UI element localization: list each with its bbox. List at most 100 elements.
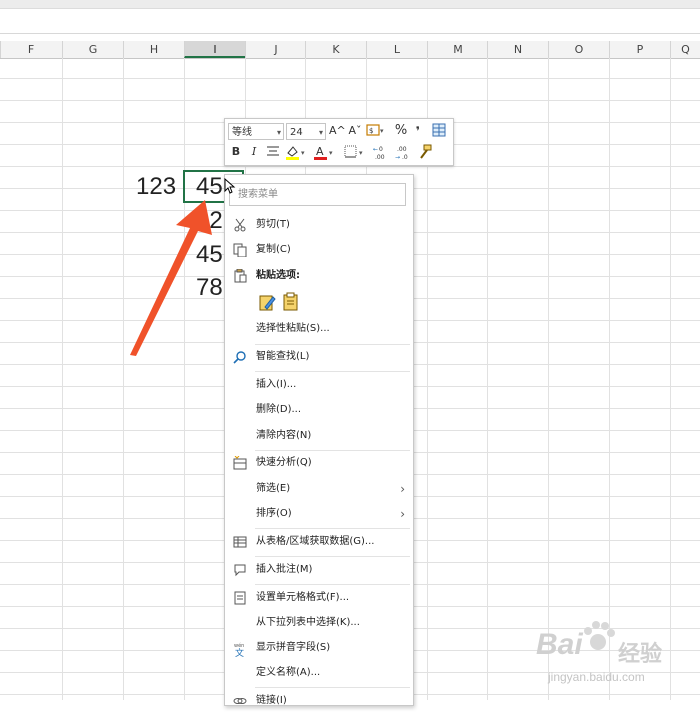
menu-item-get-data-from-table[interactable]: 从表格/区域获取数据(G)...: [225, 530, 413, 554]
column-header-k[interactable]: K: [305, 41, 366, 58]
decrease-decimal-icon: .00→ .0: [395, 146, 408, 161]
grid-column-line: [184, 58, 185, 700]
shrink-font-button[interactable]: Aˇ: [347, 123, 363, 139]
font-name-select[interactable]: 等线 ▾: [228, 123, 284, 140]
fill-color-button[interactable]: ▾: [285, 144, 309, 160]
column-header-m[interactable]: M: [427, 41, 488, 58]
watermark-url: jingyan.baidu.com: [548, 670, 645, 684]
search-icon: [233, 350, 247, 364]
cell-i-value-4[interactable]: 78: [196, 271, 223, 305]
paste-formatting-icon: [259, 295, 276, 311]
menu-item-label: 插入批注(M): [256, 564, 313, 575]
menu-item-define-name[interactable]: 定义名称(A)...: [225, 661, 413, 685]
menu-item-insert[interactable]: 插入(I)...: [225, 373, 413, 397]
menu-item-label: 定义名称(A)...: [256, 667, 321, 678]
cell-i-value-3[interactable]: 45: [196, 238, 223, 272]
cell-i-value-2[interactable]: 12: [196, 204, 223, 238]
menu-item-label: 选择性粘贴(S)...: [256, 323, 330, 334]
menu-item-filter[interactable]: 筛选(E) ›: [225, 477, 413, 501]
comma-style-button[interactable]: ❜: [411, 123, 425, 139]
grid-column-line: [670, 58, 671, 700]
svg-text:←: ←: [373, 146, 378, 153]
svg-text:.00: .00: [397, 146, 407, 153]
menu-item-label: 清除内容(N): [256, 430, 312, 441]
column-header-h[interactable]: H: [123, 41, 184, 58]
grid-column-line: [609, 58, 610, 700]
menu-item-clear-contents[interactable]: 清除内容(N): [225, 424, 413, 448]
italic-button[interactable]: I: [247, 144, 261, 160]
menu-item-quick-analysis[interactable]: 快速分析(Q): [225, 451, 413, 475]
menu-item-cut[interactable]: 剪切(T): [225, 213, 413, 237]
svg-text:▾: ▾: [301, 149, 305, 157]
increase-decimal-icon: ← 0.00: [373, 146, 385, 161]
bold-button[interactable]: B: [229, 144, 243, 160]
number-format-button[interactable]: $ ▾: [365, 123, 387, 139]
font-size-value: 24: [290, 127, 303, 138]
cell-styles-button[interactable]: [431, 123, 447, 139]
context-menu: 搜索菜单 剪切(T) 复制(C) 粘贴选项: 选择性粘贴(S)... 智能查找(…: [224, 174, 414, 706]
svg-text:$: $: [369, 127, 373, 135]
font-color-button[interactable]: A ▾: [313, 144, 337, 160]
copy-icon: [233, 243, 247, 258]
column-header-q[interactable]: Q: [670, 41, 700, 58]
font-name-value: 等线: [232, 127, 252, 138]
menu-item-pick-from-dropdown[interactable]: 从下拉列表中选择(K)...: [225, 611, 413, 635]
menu-item-label: 显示拼音字段(S): [256, 642, 331, 653]
paw-logo-icon: [584, 621, 615, 650]
borders-button[interactable]: ▾: [343, 144, 367, 160]
menu-item-link[interactable]: 链接(I): [225, 689, 413, 713]
column-header-i[interactable]: I: [184, 41, 245, 58]
column-header-n[interactable]: N: [487, 41, 548, 58]
mini-toolbar: 等线 ▾ 24 ▾ A^ Aˇ $ ▾ % ❜ B I ▾ A ▾ ▾ ← 0.00 …: [224, 118, 454, 166]
svg-text:0: 0: [379, 146, 383, 153]
mouse-cursor-icon: [224, 178, 236, 194]
menu-item-copy[interactable]: 复制(C): [225, 238, 413, 262]
increase-decimal-button[interactable]: ← 0.00: [373, 144, 393, 161]
table-style-icon: [432, 123, 446, 137]
font-color-icon: A ▾: [314, 145, 333, 160]
grid-column-line: [548, 58, 549, 700]
grid-column-line: [487, 58, 488, 700]
column-header-l[interactable]: L: [366, 41, 427, 58]
svg-text:▾: ▾: [380, 127, 384, 135]
column-header-g[interactable]: G: [62, 41, 123, 58]
grow-font-button[interactable]: A^: [329, 123, 346, 139]
menu-item-label: 插入(I)...: [256, 379, 297, 390]
decrease-decimal-button[interactable]: .00 → .0: [395, 144, 415, 161]
menu-item-paste-options: 粘贴选项:: [225, 264, 413, 288]
menu-item-sort[interactable]: 排序(O) ›: [225, 502, 413, 526]
menu-item-delete[interactable]: 删除(D)...: [225, 398, 413, 422]
borders-icon: ▾: [344, 145, 363, 158]
menu-item-label: 快速分析(Q): [256, 457, 312, 468]
menu-item-insert-comment[interactable]: 插入批注(M): [225, 558, 413, 582]
search-menu-input[interactable]: 搜索菜单: [229, 183, 406, 206]
grid-row-line: [0, 100, 700, 101]
menu-item-smart-lookup[interactable]: 智能查找(L): [225, 345, 413, 369]
chevron-down-icon: ▾: [276, 128, 281, 137]
number-format-icon: $ ▾: [366, 124, 384, 136]
format-cells-icon: [233, 591, 247, 605]
column-header-p[interactable]: P: [609, 41, 670, 58]
svg-text:文: 文: [235, 647, 244, 657]
column-header-j[interactable]: J: [245, 41, 306, 58]
menu-item-label: 智能查找(L): [256, 351, 310, 362]
percent-button[interactable]: %: [393, 123, 409, 139]
paste-values-button[interactable]: [281, 292, 301, 312]
table-icon: [233, 535, 247, 549]
column-header-o[interactable]: O: [548, 41, 609, 58]
font-size-select[interactable]: 24 ▾: [286, 123, 326, 140]
column-header-f[interactable]: F: [0, 41, 61, 58]
menu-separator: [255, 556, 410, 557]
format-painter-button[interactable]: [417, 144, 433, 160]
menu-item-show-phonetic[interactable]: wén 文 显示拼音字段(S): [225, 636, 413, 660]
menu-item-paste-special[interactable]: 选择性粘贴(S)...: [225, 317, 413, 341]
align-center-button[interactable]: [265, 144, 281, 160]
formula-bar[interactable]: [0, 9, 700, 34]
paste-formatting-button[interactable]: [257, 292, 277, 312]
chevron-down-icon: ▾: [318, 128, 323, 137]
fill-color-icon: ▾: [286, 146, 305, 160]
menu-item-label: 从表格/区域获取数据(G)...: [256, 536, 375, 547]
window-top-strip: [0, 0, 700, 9]
cell-h-value[interactable]: 123: [136, 170, 176, 204]
menu-item-format-cells[interactable]: 设置单元格格式(F)...: [225, 586, 413, 610]
